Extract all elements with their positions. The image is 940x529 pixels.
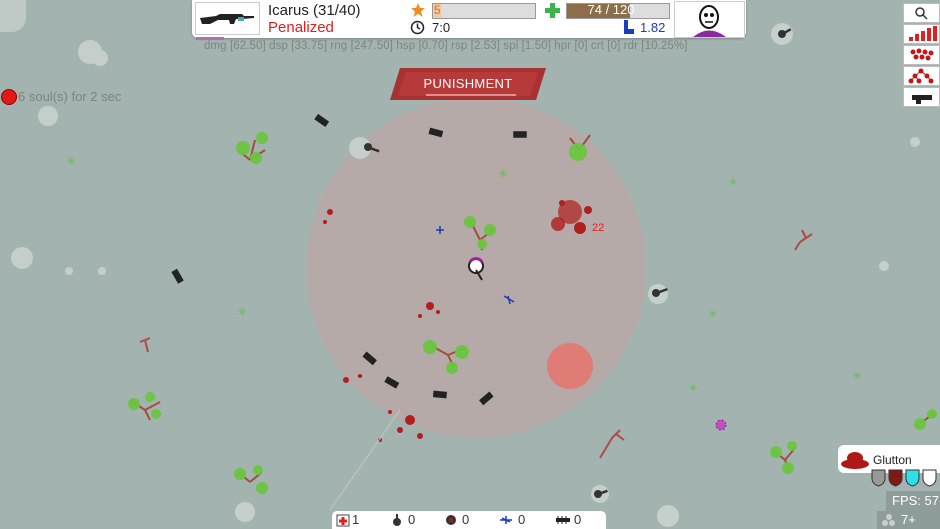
- drone-item-icon[interactable]: [498, 513, 514, 527]
- mine-count: 0: [462, 512, 470, 527]
- souls-notice: 6 soul(s) for 2 sec: [18, 89, 122, 104]
- shield-white-icon: [922, 469, 937, 487]
- shield-row: [870, 469, 940, 487]
- svg-text:✳: ✳: [728, 175, 738, 189]
- health-cross-icon: [545, 3, 560, 18]
- punishment-banner: PUNISHMENT: [390, 68, 546, 100]
- inventory-bar: 1 0 0 0 0: [332, 511, 606, 529]
- tree-icon: [908, 68, 934, 84]
- turret-count: 0: [408, 512, 416, 527]
- svg-text:✳: ✳: [688, 381, 698, 395]
- pink-pickup: [715, 419, 727, 431]
- svg-text:✳: ✳: [852, 369, 862, 383]
- offscreen-figure: [0, 0, 26, 32]
- dots-icon: [882, 514, 895, 526]
- damage-popup: 22: [592, 222, 604, 234]
- clock-icon: [410, 20, 425, 35]
- search-button[interactable]: [903, 3, 940, 23]
- turret-icon: [912, 95, 932, 104]
- fps-text: FPS: 57: [892, 493, 939, 508]
- signal-bars-icon: [909, 26, 937, 41]
- turret-button[interactable]: [903, 87, 940, 107]
- weapon-status: Penalized: [268, 19, 334, 36]
- target-marker: [547, 343, 593, 389]
- ant-item-icon[interactable]: [554, 514, 572, 526]
- level-bar: [432, 3, 536, 19]
- ant-count: 0: [574, 512, 582, 527]
- weapon-slot[interactable]: [195, 2, 260, 35]
- medkit-icon[interactable]: [336, 513, 350, 527]
- glutton-icon: [841, 452, 869, 469]
- medkit-count: 1: [352, 512, 360, 527]
- perk-label: Glutton: [873, 453, 912, 467]
- boot-icon: [624, 20, 634, 34]
- speed-value: 1.82: [640, 20, 666, 35]
- more-indicator[interactable]: 7+: [877, 511, 940, 529]
- health-text: 74 / 120: [587, 2, 635, 17]
- star-icon: [411, 3, 425, 17]
- svg-text:✳: ✳: [237, 305, 247, 319]
- stats-line: dmg [62.50] dsp [33.75] rng [247.50] hsp…: [204, 40, 688, 52]
- magnifier-icon: [915, 7, 928, 20]
- shield-cyan-icon: [905, 469, 920, 487]
- fps-counter: FPS: 57: [886, 491, 940, 511]
- drone-count: 0: [518, 512, 526, 527]
- shield-darkred-icon: [888, 469, 903, 487]
- time-value: 7:0: [432, 20, 451, 35]
- top-hud: Icarus (31/40) Penalized 5 74 / 120 7:0 …: [192, 0, 746, 38]
- tree-button[interactable]: [903, 66, 940, 86]
- soul-indicator-icon: [1, 89, 17, 105]
- weapon-name: Icarus (31/40): [268, 2, 361, 19]
- svg-text:✳: ✳: [498, 167, 508, 181]
- svg-text:✳: ✳: [66, 154, 76, 168]
- shield-gray-icon: [871, 469, 886, 487]
- turret-item-icon[interactable]: [390, 513, 404, 527]
- mine-icon[interactable]: [444, 513, 458, 527]
- character-portrait[interactable]: [674, 1, 745, 38]
- banner-text: PUNISHMENT: [423, 76, 513, 91]
- level-value: 5: [434, 3, 441, 17]
- svg-text:✳: ✳: [708, 307, 718, 321]
- skull-avatar-icon: [693, 5, 726, 37]
- rifle-icon: [200, 14, 254, 24]
- cluster-icon: [910, 48, 934, 61]
- more-count: 7+: [901, 512, 916, 527]
- enemies-button[interactable]: [903, 45, 940, 65]
- stats-button[interactable]: [903, 24, 940, 44]
